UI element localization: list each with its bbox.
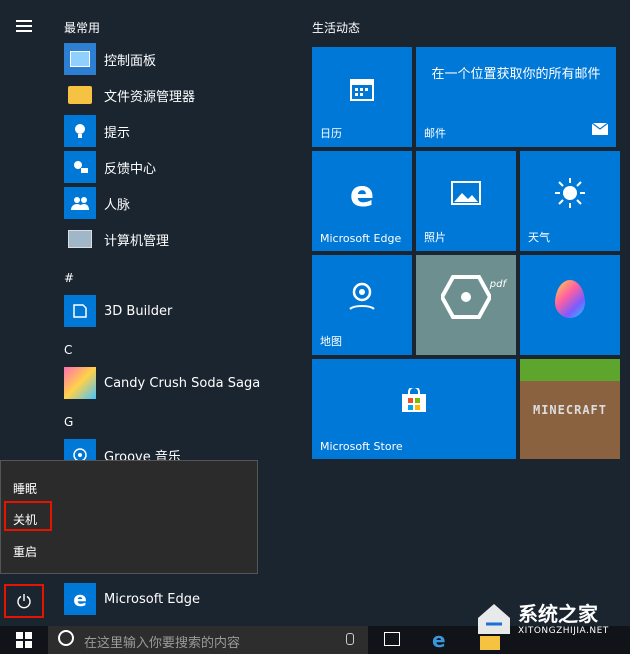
mail-icon: [591, 120, 609, 139]
app-computer-management[interactable]: 计算机管理: [64, 223, 169, 255]
windows-logo-icon: [16, 632, 32, 648]
tile-label: Microsoft Edge: [320, 232, 402, 245]
people-icon: [64, 187, 96, 219]
tile-label: 天气: [528, 231, 550, 244]
app-feedback-hub[interactable]: 反馈中心: [64, 151, 156, 183]
map-pin-icon: [348, 281, 376, 317]
microphone-icon[interactable]: [346, 633, 354, 645]
app-control-panel[interactable]: 控制面板: [64, 43, 156, 75]
tile-mail[interactable]: 在一个位置获取你的所有邮件 邮件: [416, 47, 616, 147]
tile-tag: pdf: [489, 279, 506, 290]
tile-calendar[interactable]: 日历: [312, 47, 412, 147]
app-label: 文件资源管理器: [104, 89, 196, 105]
app-tips[interactable]: 提示: [64, 115, 130, 147]
paint-drop-icon: [555, 280, 585, 318]
tile-label: 邮件: [424, 127, 446, 140]
app-label: Candy Crush Soda Saga: [104, 375, 261, 391]
section-header-hash[interactable]: #: [64, 271, 74, 285]
tile-photos[interactable]: 照片: [416, 151, 516, 251]
calendar-icon: [349, 76, 375, 106]
file-explorer-taskbar-icon[interactable]: [480, 636, 500, 650]
edge-icon: e: [349, 174, 375, 215]
hamburger-menu-icon[interactable]: [16, 20, 32, 32]
minecraft-logo: MINECRAFT: [532, 403, 608, 417]
app-microsoft-edge[interactable]: e Microsoft Edge: [64, 583, 200, 615]
feedback-icon: [64, 151, 96, 183]
shutdown-highlight: [4, 501, 52, 531]
app-candy-crush[interactable]: Candy Crush Soda Saga: [64, 367, 260, 399]
section-header-c[interactable]: C: [64, 343, 72, 357]
taskbar-edge-icon[interactable]: e: [432, 628, 446, 652]
hexagon-icon: [439, 275, 493, 323]
app-people[interactable]: 人脉: [64, 187, 130, 219]
menu-item-restart[interactable]: 重启: [13, 543, 37, 560]
watermark-brand: 系统之家: [518, 602, 598, 626]
tile-label: 照片: [424, 231, 446, 244]
lightbulb-icon: [64, 115, 96, 147]
section-header-g[interactable]: G: [64, 415, 73, 429]
start-button[interactable]: [0, 626, 48, 654]
tile-label: 日历: [320, 127, 342, 140]
edge-icon: e: [64, 583, 96, 615]
tile-label: Microsoft Store: [320, 440, 403, 453]
app-label: 反馈中心: [104, 161, 157, 177]
app-label: 人脉: [104, 197, 131, 213]
3d-builder-icon: [64, 295, 96, 327]
tile-label: 地图: [320, 335, 342, 348]
app-label: 提示: [104, 125, 131, 141]
mail-promo-text: 在一个位置获取你的所有邮件: [431, 67, 601, 82]
section-header-live: 生活动态: [312, 21, 361, 35]
watermark-logo: 系统之家 XITONGZHIJIA.NET: [474, 598, 624, 638]
tile-weather[interactable]: 天气: [520, 151, 620, 251]
folder-icon: [64, 79, 96, 111]
app-label: 3D Builder: [104, 303, 173, 319]
app-label: 计算机管理: [104, 233, 170, 249]
task-view-button[interactable]: [384, 632, 400, 646]
tile-paint[interactable]: [520, 255, 620, 355]
photos-icon: [451, 181, 481, 209]
tile-maps[interactable]: 地图: [312, 255, 412, 355]
tile-minecraft[interactable]: MINECRAFT: [520, 359, 620, 459]
tile-paint-3d[interactable]: pdf: [416, 255, 516, 355]
search-box[interactable]: 在这里输入你要搜索的内容: [48, 626, 368, 654]
computer-management-icon: [64, 223, 96, 255]
control-panel-icon: [64, 43, 96, 75]
store-icon: [400, 386, 428, 418]
tile-microsoft-edge[interactable]: e Microsoft Edge: [312, 151, 412, 251]
search-placeholder: 在这里输入你要搜索的内容: [84, 636, 241, 651]
watermark-url: XITONGZHIJIA.NET: [518, 626, 609, 636]
app-file-explorer[interactable]: 文件资源管理器: [64, 79, 195, 111]
app-label: Microsoft Edge: [104, 591, 201, 607]
sun-icon: [554, 177, 586, 213]
house-icon: [478, 604, 510, 634]
app-3d-builder[interactable]: 3D Builder: [64, 295, 172, 327]
section-header-most-used: 最常用: [64, 21, 101, 35]
app-label: 控制面板: [104, 53, 157, 69]
tile-microsoft-store[interactable]: Microsoft Store: [312, 359, 516, 459]
power-button-highlight: [4, 584, 44, 618]
menu-item-sleep[interactable]: 睡眠: [13, 480, 37, 497]
candy-crush-icon: [64, 367, 96, 399]
cortana-icon: [58, 630, 74, 646]
